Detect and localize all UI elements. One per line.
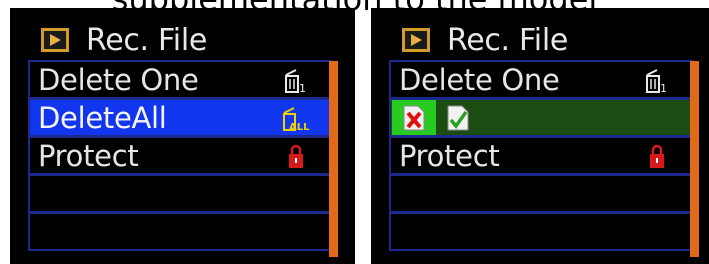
menu-item-delete-all[interactable]: DeleteAll ALL xyxy=(28,98,332,137)
lock-icon xyxy=(289,144,303,168)
trash-one-icon: 1 xyxy=(285,69,306,94)
menu-title: Rec. File xyxy=(447,22,569,58)
menu-item-empty xyxy=(389,212,693,251)
menu-item-empty xyxy=(28,174,332,213)
confirm-check-icon xyxy=(447,105,469,130)
menu-item-delete-one[interactable]: Delete One 1 xyxy=(28,60,332,99)
playback-icon xyxy=(402,28,430,52)
camera-screen-left: Rec. File Delete One 1 DeleteAll ALL Pro… xyxy=(10,8,355,264)
menu-item-protect[interactable]: Protect xyxy=(28,136,332,175)
svg-text:1: 1 xyxy=(660,82,667,94)
cancel-option[interactable] xyxy=(392,100,436,135)
playback-icon xyxy=(41,28,69,52)
menu-list: Delete One 1 Protect xyxy=(389,60,693,251)
confirm-options xyxy=(392,100,480,135)
trash-all-icon: ALL xyxy=(283,107,310,132)
scrollbar[interactable] xyxy=(329,61,338,257)
menu-title: Rec. File xyxy=(86,22,208,58)
menu-item-empty xyxy=(28,212,332,251)
svg-text:ALL: ALL xyxy=(289,122,310,132)
cancel-file-icon xyxy=(403,105,425,130)
camera-screen-right: Rec. File Delete One 1 Protect xyxy=(371,8,709,264)
menu-header: Rec. File xyxy=(401,20,568,60)
scrollbar[interactable] xyxy=(690,61,699,257)
svg-text:1: 1 xyxy=(299,82,306,94)
menu-item-empty xyxy=(389,174,693,213)
menu-list: Delete One 1 DeleteAll ALL Protect xyxy=(28,60,332,251)
confirm-option[interactable] xyxy=(436,100,480,135)
lock-icon xyxy=(650,144,664,168)
menu-header: Rec. File xyxy=(40,20,207,60)
menu-item-delete-one[interactable]: Delete One 1 xyxy=(389,60,693,99)
menu-item-label: DeleteAll xyxy=(38,100,167,135)
menu-item-label: Protect xyxy=(38,138,139,173)
menu-item-label: Protect xyxy=(399,138,500,173)
trash-one-icon: 1 xyxy=(646,69,667,94)
menu-item-label: Delete One xyxy=(38,62,199,97)
menu-item-protect[interactable]: Protect xyxy=(389,136,693,175)
menu-item-label: Delete One xyxy=(399,62,560,97)
menu-item-delete-all-confirm[interactable] xyxy=(389,98,693,137)
